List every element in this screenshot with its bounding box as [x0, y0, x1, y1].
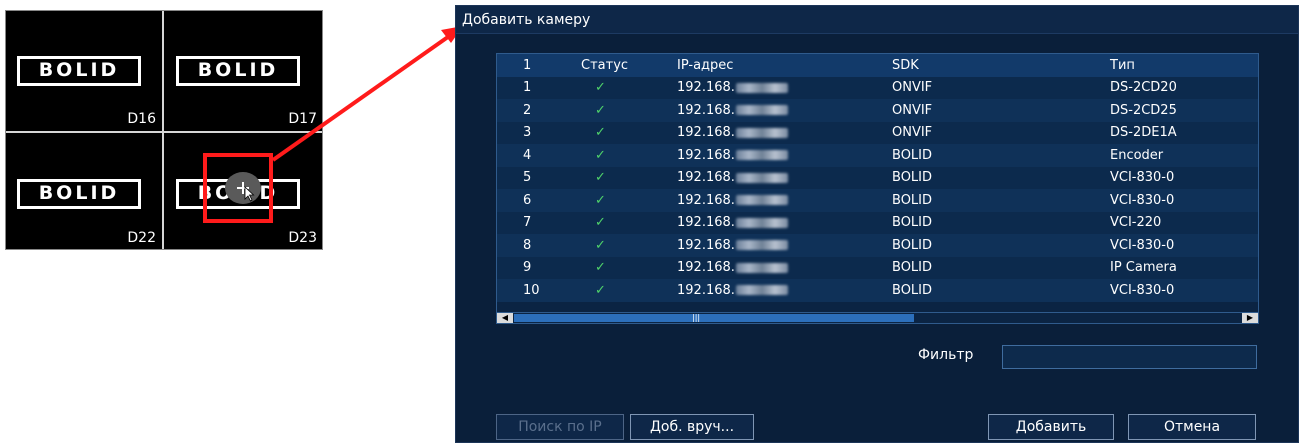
check-icon: ✓ — [595, 237, 606, 253]
table-row[interactable]: 9 ✓ 192.168. BOLID IP Camera — [497, 256, 1258, 279]
filter-label: Фильтр — [918, 347, 974, 363]
row-number: 8 — [523, 237, 532, 253]
sdk-cell: ONVIF — [892, 102, 933, 118]
filter-input[interactable] — [1002, 345, 1257, 369]
redacted-ip — [735, 82, 788, 93]
check-icon: ✓ — [595, 282, 606, 298]
column-header-sdk[interactable]: SDK — [884, 54, 1102, 77]
add-button[interactable]: Добавить — [988, 414, 1114, 440]
table-row[interactable]: 7 ✓ 192.168. BOLID VCI-220 — [497, 211, 1258, 234]
scroll-left-icon[interactable]: ◀ — [497, 313, 513, 323]
camera-grid: BOLID D16 BOLID D17 BOLID D22 BOLID D23 — [5, 10, 323, 250]
check-icon: ✓ — [595, 125, 606, 141]
ip-address: 192.168. — [677, 237, 735, 253]
ip-address: 192.168. — [677, 282, 735, 298]
row-number: 6 — [523, 192, 532, 208]
row-number: 7 — [523, 215, 532, 231]
scroll-thumb[interactable] — [514, 314, 914, 322]
redacted-ip — [735, 172, 788, 183]
type-cell: VCI-830-0 — [1110, 282, 1175, 298]
redacted-ip — [735, 217, 788, 228]
type-cell: VCI-830-0 — [1110, 192, 1175, 208]
row-number: 10 — [523, 282, 540, 298]
scroll-right-icon[interactable]: ▶ — [1242, 313, 1258, 323]
horizontal-scrollbar[interactable]: ◀ ||| ▶ — [496, 312, 1259, 324]
ip-address: 192.168. — [677, 125, 735, 141]
table-row[interactable]: 10 ✓ 192.168. BOLID VCI-830-0 — [497, 279, 1258, 302]
table-header-row: 1 Статус IP-адрес SDK Тип — [497, 54, 1258, 77]
redacted-ip — [735, 105, 788, 116]
column-header-status[interactable]: Статус — [559, 54, 669, 77]
cancel-button[interactable]: Отмена — [1128, 414, 1256, 440]
redacted-ip — [735, 195, 788, 206]
scroll-grip-icon: ||| — [692, 313, 701, 322]
ip-address: 192.168. — [677, 170, 735, 186]
sdk-cell: BOLID — [892, 215, 933, 231]
ip-address: 192.168. — [677, 215, 735, 231]
check-icon: ✓ — [595, 80, 606, 96]
dialog-title: Добавить камеру — [456, 6, 1298, 34]
table-row[interactable]: 6 ✓ 192.168. BOLID VCI-830-0 — [497, 189, 1258, 212]
sdk-cell: ONVIF — [892, 125, 933, 141]
type-cell: IP Camera — [1110, 260, 1177, 276]
column-header-type[interactable]: Тип — [1102, 54, 1258, 77]
check-icon: ✓ — [595, 170, 606, 186]
column-header-ip[interactable]: IP-адрес — [669, 54, 884, 77]
sdk-cell: BOLID — [892, 237, 933, 253]
type-cell: DS-2CD20 — [1110, 80, 1177, 96]
add-manual-button[interactable]: Доб. вруч... — [630, 414, 754, 440]
sdk-cell: BOLID — [892, 147, 933, 163]
redacted-ip — [735, 285, 788, 296]
table-row[interactable]: 4 ✓ 192.168. BOLID Encoder — [497, 144, 1258, 167]
ip-address: 192.168. — [677, 147, 735, 163]
row-number: 5 — [523, 170, 532, 186]
row-number: 1 — [523, 80, 532, 96]
check-icon: ✓ — [595, 102, 606, 118]
type-cell: VCI-830-0 — [1110, 237, 1175, 253]
add-camera-dialog: Добавить камеру 1 Статус IP-адрес SDK Ти… — [455, 5, 1299, 443]
sdk-cell: BOLID — [892, 282, 933, 298]
device-table: 1 Статус IP-адрес SDK Тип 1 ✓ 192.168. O… — [496, 53, 1259, 315]
table-row[interactable]: 2 ✓ 192.168. ONVIF DS-2CD25 — [497, 99, 1258, 122]
ip-address: 192.168. — [677, 102, 735, 118]
row-number: 3 — [523, 125, 532, 141]
type-cell: DS-2CD25 — [1110, 102, 1177, 118]
table-row[interactable]: 1 ✓ 192.168. ONVIF DS-2CD20 — [497, 76, 1258, 99]
sdk-cell: BOLID — [892, 192, 933, 208]
sdk-cell: ONVIF — [892, 80, 933, 96]
row-number: 4 — [523, 147, 532, 163]
column-header-num[interactable]: 1 — [497, 54, 559, 77]
type-cell: VCI-220 — [1110, 215, 1162, 231]
redacted-ip — [735, 262, 788, 273]
check-icon: ✓ — [595, 192, 606, 208]
redacted-ip — [735, 127, 788, 138]
redacted-ip — [735, 150, 788, 161]
type-cell: Encoder — [1110, 147, 1164, 163]
search-ip-button[interactable]: Поиск по IP — [496, 414, 624, 440]
sdk-cell: BOLID — [892, 170, 933, 186]
sdk-cell: BOLID — [892, 260, 933, 276]
highlight-box — [203, 153, 273, 223]
ip-address: 192.168. — [677, 80, 735, 96]
type-cell: DS-2DE1A — [1110, 125, 1177, 141]
table-row[interactable]: 8 ✓ 192.168. BOLID VCI-830-0 — [497, 234, 1258, 257]
ip-address: 192.168. — [677, 192, 735, 208]
check-icon: ✓ — [595, 260, 606, 276]
grid-border — [5, 10, 323, 250]
ip-address: 192.168. — [677, 260, 735, 276]
table-row[interactable]: 5 ✓ 192.168. BOLID VCI-830-0 — [497, 166, 1258, 189]
type-cell: VCI-830-0 — [1110, 170, 1175, 186]
table-row[interactable]: 3 ✓ 192.168. ONVIF DS-2DE1A — [497, 121, 1258, 144]
check-icon: ✓ — [595, 147, 606, 163]
row-number: 2 — [523, 102, 532, 118]
row-number: 9 — [523, 260, 532, 276]
redacted-ip — [735, 240, 788, 251]
check-icon: ✓ — [595, 215, 606, 231]
